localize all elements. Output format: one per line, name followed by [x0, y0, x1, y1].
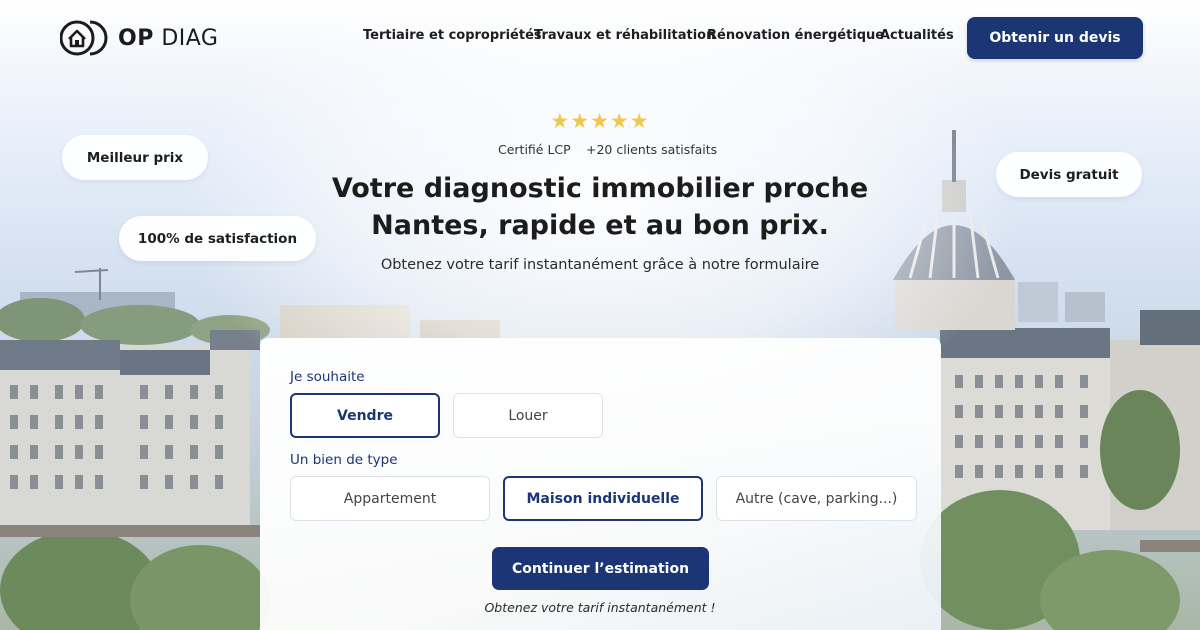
option-appartement[interactable]: Appartement	[290, 476, 490, 521]
house-logo-icon	[60, 20, 108, 56]
nav-link-travaux[interactable]: Travaux et réhabilitation	[534, 28, 715, 48]
badge-best-price: Meilleur prix	[62, 135, 208, 180]
nav-link-renovation[interactable]: Rénovation énergétique	[707, 28, 884, 48]
page-title-line-1: Votre diagnostic immobilier proche	[331, 173, 869, 204]
estimate-form-card: Je souhaite Vendre Louer Un bien de type…	[260, 338, 941, 630]
option-autre[interactable]: Autre (cave, parking...)	[716, 476, 917, 521]
badge-satisfaction: 100% de satisfaction	[119, 216, 316, 261]
property-type-label: Un bien de type	[290, 452, 398, 468]
nav-link-actualites[interactable]: Actualités	[880, 28, 954, 48]
continue-estimate-button[interactable]: Continuer l’estimation	[492, 547, 709, 590]
badge-free-quote: Devis gratuit	[996, 152, 1142, 197]
brand-logo[interactable]: OP DIAG	[60, 18, 218, 58]
page-title: Votre diagnostic immobilier proche Nante…	[300, 170, 900, 244]
get-quote-button[interactable]: Obtenir un devis	[967, 17, 1143, 59]
site-header: OP DIAG Tertiaire et copropriétés Travau…	[0, 0, 1200, 76]
page-title-line-2: Nantes, rapide et au bon prix.	[371, 210, 829, 241]
nav-link-tertiaire[interactable]: Tertiaire et copropriétés	[363, 28, 542, 48]
brand-name: OP DIAG	[118, 25, 219, 51]
page-subtitle: Obtenez votre tarif instantanément grâce…	[380, 257, 820, 273]
instant-price-note: Obtenez votre tarif instantanément !	[484, 600, 716, 615]
option-vendre[interactable]: Vendre	[290, 393, 440, 438]
rating-stars-icon: ★★★★★	[550, 109, 650, 133]
certification-label: Certifié LCP	[498, 142, 571, 157]
intent-label: Je souhaite	[290, 369, 365, 385]
option-maison-individuelle[interactable]: Maison individuelle	[503, 476, 703, 521]
option-louer[interactable]: Louer	[453, 393, 603, 438]
clients-count-label: +20 clients satisfaits	[586, 142, 718, 157]
